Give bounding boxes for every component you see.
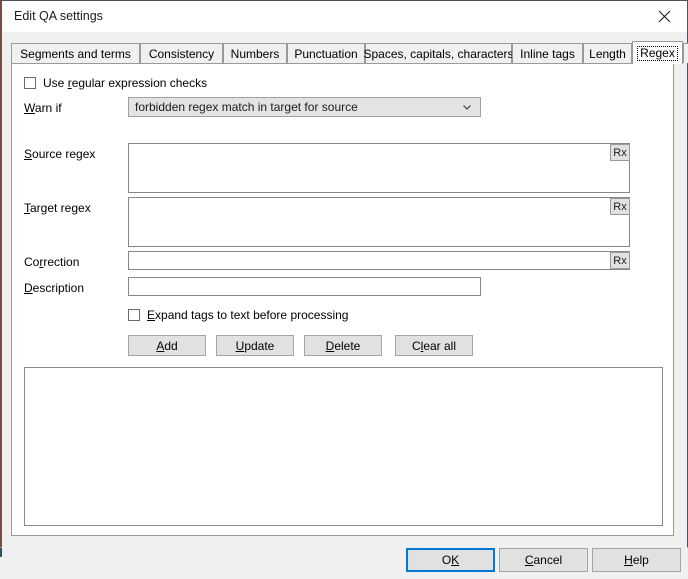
source-regex-label: Source regex xyxy=(24,147,96,161)
update-label: Update xyxy=(235,338,275,353)
warn-if-value: forbidden regex match in target for sour… xyxy=(135,100,358,114)
cancel-label: Cancel xyxy=(524,553,563,567)
correction-rx-button[interactable]: Rx xyxy=(610,252,630,269)
clear-all-button[interactable]: Clear all xyxy=(395,335,473,356)
source-regex-rx-button[interactable]: Rx xyxy=(610,144,630,161)
close-button[interactable] xyxy=(641,1,687,32)
update-button[interactable]: Update xyxy=(216,335,294,356)
tab-label: Numbers xyxy=(230,46,280,61)
add-button[interactable]: Add xyxy=(128,335,206,356)
tab-inline-tags[interactable]: Inline tags xyxy=(512,43,583,63)
target-regex-rx-button[interactable]: Rx xyxy=(610,198,630,215)
tab-label: Segments and terms xyxy=(20,46,131,61)
use-regex-checks-label: Use regular expression checks xyxy=(43,76,208,90)
rx-label: Rx xyxy=(613,200,627,213)
help-label: Help xyxy=(624,553,649,567)
delete-label: Delete xyxy=(325,338,361,353)
regex-rules-list[interactable] xyxy=(24,367,663,526)
tab-punctuation[interactable]: Punctuation xyxy=(287,43,365,63)
checkbox-box xyxy=(128,309,140,321)
title-bar: Edit QA settings xyxy=(2,1,687,32)
warn-if-label: Warn if xyxy=(24,101,62,115)
tab-label: Spaces, capitals, characters xyxy=(363,46,514,61)
tab-numbers[interactable]: Numbers xyxy=(223,43,287,63)
warn-if-dropdown[interactable]: forbidden regex match in target for sour… xyxy=(128,97,481,117)
description-label: Description xyxy=(24,281,85,295)
tab-label: Punctuation xyxy=(294,46,358,61)
source-regex-input[interactable] xyxy=(128,143,630,193)
checkbox-box xyxy=(24,77,36,89)
close-icon xyxy=(658,10,670,23)
add-label: Add xyxy=(156,338,178,353)
tab-segments-and-terms[interactable]: Segments and terms xyxy=(11,43,140,63)
correction-label: Correction xyxy=(24,255,80,269)
tab-severity[interactable]: Severity xyxy=(683,43,688,63)
description-input[interactable] xyxy=(128,277,481,296)
rx-label: Rx xyxy=(613,254,627,267)
expand-tags-label: Expand tags to text before processing xyxy=(147,308,349,322)
rx-label: Rx xyxy=(613,146,627,159)
chevron-down-icon xyxy=(463,105,471,110)
target-regex-input[interactable] xyxy=(128,197,630,247)
tab-regex[interactable]: Regex xyxy=(632,41,683,64)
target-regex-label: Target regex xyxy=(24,201,91,215)
ok-button[interactable]: OK xyxy=(406,548,495,572)
expand-tags-checkbox[interactable]: Expand tags to text before processing xyxy=(128,308,348,322)
clear-all-label: Clear all xyxy=(411,338,457,353)
use-regex-checks-checkbox[interactable]: Use regular expression checks xyxy=(24,76,207,90)
cancel-button[interactable]: Cancel xyxy=(499,548,588,572)
edit-qa-settings-dialog: Edit QA settings Segments and terms Cons… xyxy=(0,0,688,579)
tab-length[interactable]: Length xyxy=(583,43,632,63)
delete-button[interactable]: Delete xyxy=(304,335,382,356)
dialog-footer: OK Cancel Help xyxy=(2,536,687,579)
dialog-body: Segments and terms Consistency Numbers P… xyxy=(2,32,688,579)
tab-spaces-capitals-characters[interactable]: Spaces, capitals, characters xyxy=(363,43,514,63)
tab-strip: Segments and terms Consistency Numbers P… xyxy=(11,41,688,64)
help-button[interactable]: Help xyxy=(592,548,681,572)
tab-label: Consistency xyxy=(148,46,215,61)
tab-label: Regex xyxy=(637,45,678,61)
tab-label: Inline tags xyxy=(520,46,575,61)
regex-tab-panel: Use regular expression checks Warn if fo… xyxy=(11,63,674,536)
ok-label: OK xyxy=(441,553,460,567)
tab-consistency[interactable]: Consistency xyxy=(140,43,223,63)
window-title: Edit QA settings xyxy=(14,9,103,23)
correction-input[interactable] xyxy=(128,251,630,270)
tab-label: Length xyxy=(589,46,626,61)
